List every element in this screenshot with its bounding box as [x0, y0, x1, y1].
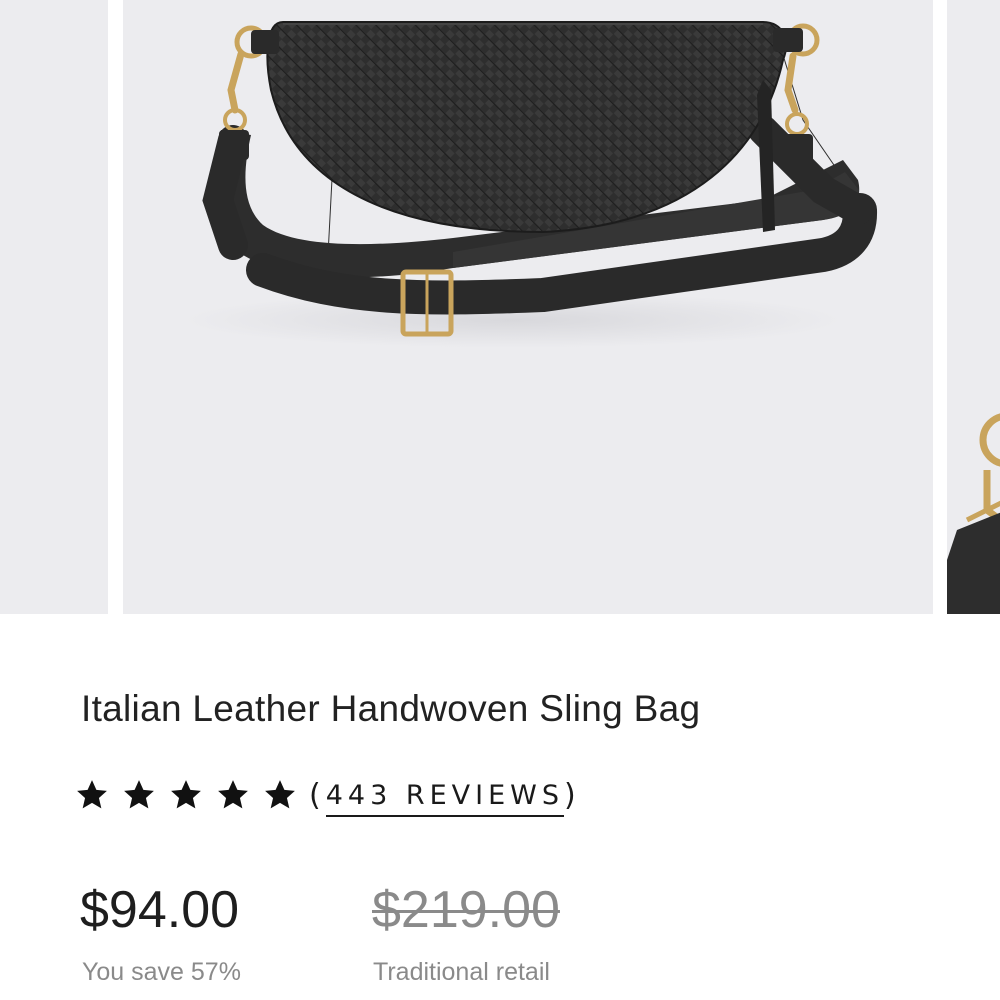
product-title: Italian Leather Handwoven Sling Bag — [81, 688, 701, 729]
original-price-label: Traditional retail — [373, 958, 550, 986]
carousel-slide-next[interactable] — [947, 0, 1000, 614]
current-price: $94.00 — [80, 881, 240, 939]
reviews-paren-open: ( — [309, 777, 326, 813]
star-icon — [218, 780, 248, 809]
sling-bag-illustration — [183, 21, 877, 348]
original-price: $219.00 — [372, 881, 560, 939]
savings-text: You save 57% — [82, 958, 241, 986]
reviews-paren-close: ) — [563, 777, 581, 813]
star-rating — [75, 778, 297, 812]
star-icon — [265, 780, 295, 809]
product-image[interactable] — [123, 0, 933, 614]
star-icon — [124, 780, 154, 809]
reviews-link[interactable]: ( 443 REVIEWS ) — [309, 774, 581, 817]
carousel-slide-previous[interactable] — [0, 0, 108, 614]
rating-row: ( 443 REVIEWS ) — [75, 772, 581, 818]
product-image-carousel[interactable] — [0, 0, 1000, 614]
next-image-preview — [947, 413, 1000, 614]
reviews-count[interactable]: 443 REVIEWS — [325, 780, 564, 817]
star-icon — [77, 780, 107, 809]
star-icon — [171, 780, 201, 809]
